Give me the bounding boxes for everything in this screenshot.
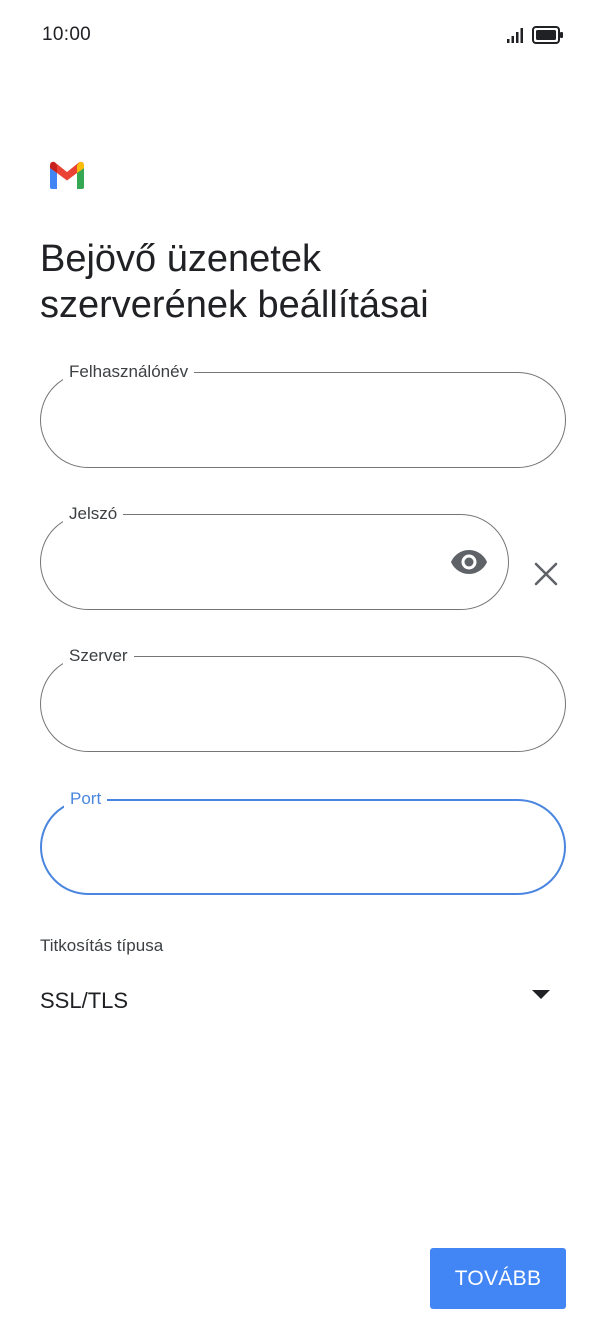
gmail-logo-icon	[48, 160, 86, 190]
status-icons	[506, 26, 564, 49]
dropdown-arrow-icon	[532, 990, 550, 999]
port-input[interactable]	[72, 829, 472, 865]
close-icon[interactable]	[530, 558, 562, 590]
page-title: Bejövő üzenetek szerverének beállításai	[40, 236, 570, 328]
next-button[interactable]: TOVÁBB	[430, 1248, 566, 1309]
battery-icon	[532, 26, 564, 49]
eye-icon[interactable]	[448, 545, 490, 579]
page-title-line-2: szerverének beállításai	[40, 284, 429, 326]
signal-icon	[506, 27, 526, 48]
port-label: Port	[64, 788, 108, 810]
status-bar: 10:00	[0, 0, 606, 72]
server-field[interactable]: Szerver	[40, 645, 566, 752]
username-input[interactable]	[71, 401, 471, 437]
page-title-line-1: Bejövő üzenetek	[40, 238, 321, 280]
password-input[interactable]	[71, 543, 411, 579]
password-label: Jelszó	[63, 503, 124, 525]
server-input[interactable]	[71, 685, 471, 721]
encryption-dropdown[interactable]: SSL/TLS	[40, 980, 560, 1024]
username-field[interactable]: Felhasználónév	[40, 361, 566, 468]
password-field[interactable]: Jelszó	[40, 503, 509, 610]
encryption-selected-value: SSL/TLS	[40, 988, 129, 1013]
port-field[interactable]: Port	[40, 788, 566, 895]
username-label: Felhasználónév	[63, 361, 195, 383]
status-time: 10:00	[42, 24, 92, 45]
server-label: Szerver	[63, 645, 134, 667]
encryption-label: Titkosítás típusa	[40, 936, 164, 955]
